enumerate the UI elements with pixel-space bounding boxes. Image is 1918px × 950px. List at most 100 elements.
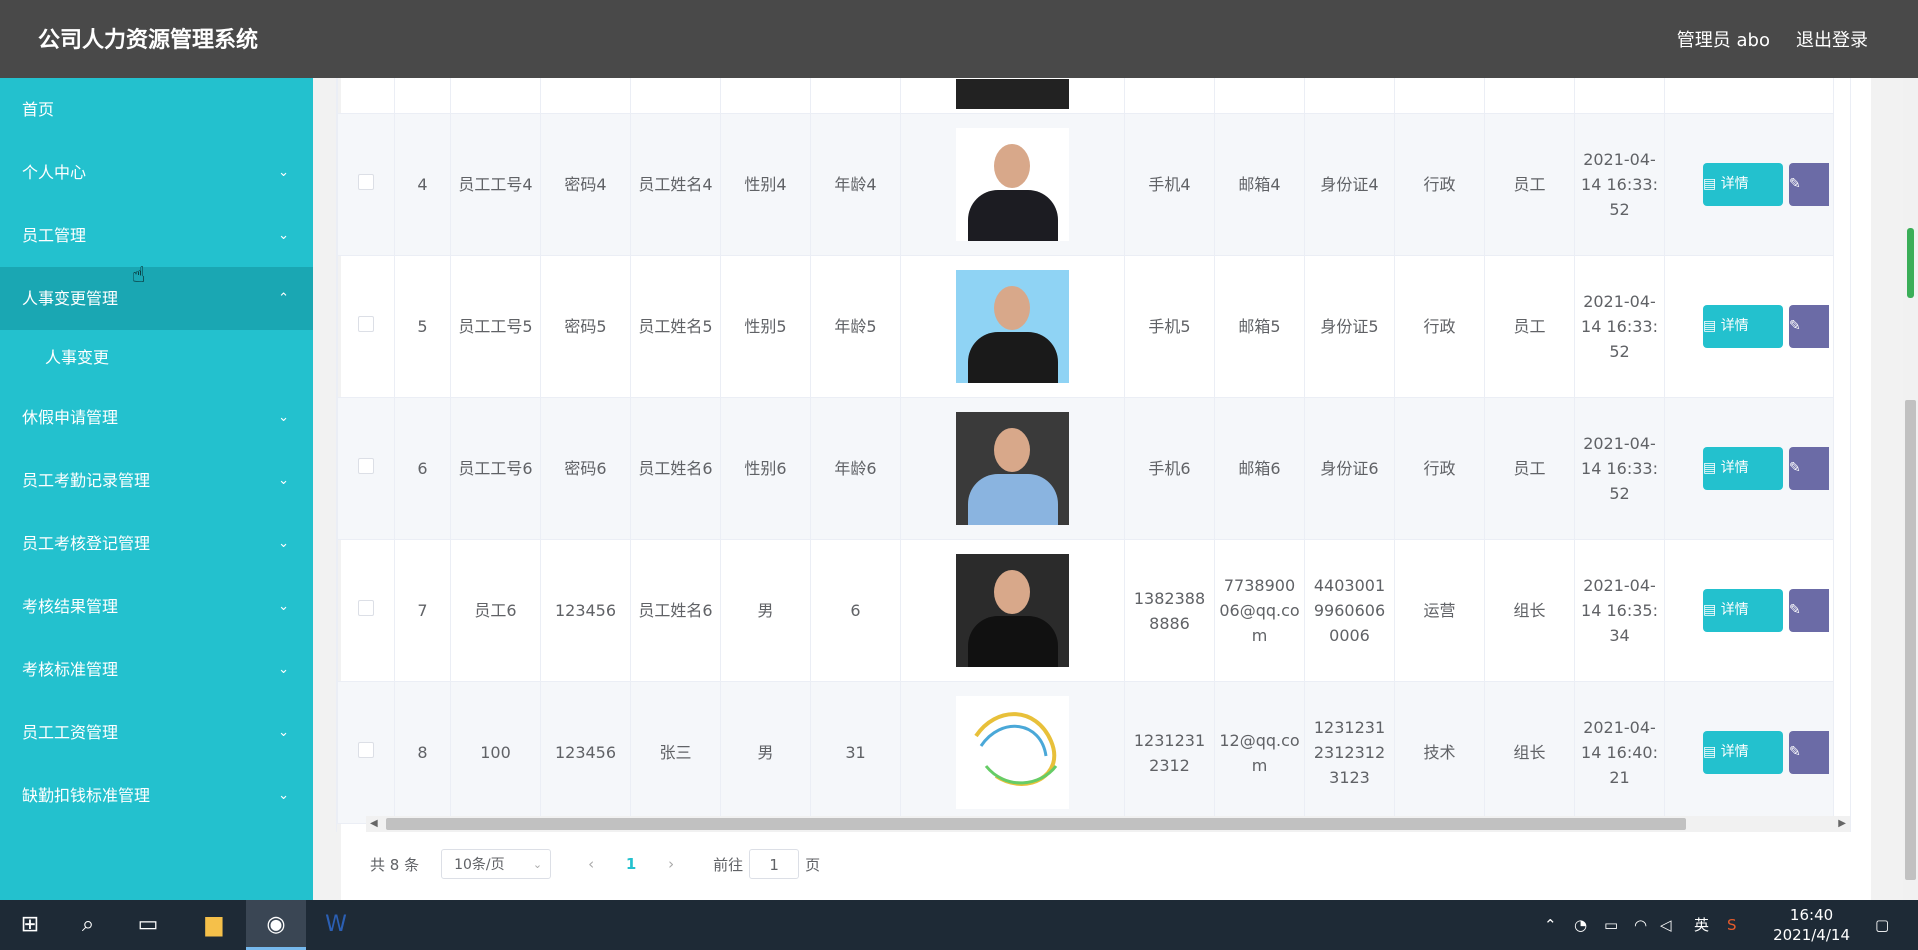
detail-button[interactable]: ▤ 详情 [1703,163,1783,206]
scroll-marker [1907,228,1914,298]
cell-idcard: 123123123123123123 [1304,681,1395,824]
logout-link[interactable]: 退出登录 [1796,26,1868,52]
cell-dept: 技术 [1394,681,1485,824]
menu-label: 员工考勤记录管理 [22,471,151,490]
horizontal-scroll-thumb[interactable] [386,818,1686,830]
chevron-down-icon: ⌄ [278,228,289,243]
vertical-scroll-thumb[interactable] [1905,400,1916,880]
edit-button[interactable]: ✎ [1789,163,1829,206]
cell-dept: 行政 [1394,255,1485,398]
page-size-select[interactable]: 10条/页 ⌄ [441,849,552,879]
cell-idcard: 440300199606060006 [1304,539,1395,682]
edit-icon: ✎ [1789,176,1801,192]
cell-idx: 4 [394,113,451,256]
cell-email: 773890006@qq.com [1214,539,1305,682]
cell-phone: 手机5 [1124,255,1215,398]
goto-page-input[interactable]: 1 [749,849,800,879]
menu-personnel-change-management[interactable]: 人事变更管理 ⌃ [0,267,313,330]
row-checkbox[interactable] [358,174,374,190]
sogou-icon[interactable]: S [1727,900,1737,950]
chevron-up-icon[interactable]: ⌃ [1544,900,1557,950]
menu-label: 考核标准管理 [22,660,119,679]
menu-assessment-standards[interactable]: 考核标准管理 ⌄ [0,638,313,701]
cell-time: 2021-04-14 16:33:52 [1574,255,1665,398]
row-checkbox[interactable] [358,742,374,758]
cell-dept: 行政 [1394,113,1485,256]
edit-button[interactable]: ✎ [1789,589,1829,632]
menu-label: 员工管理 [22,226,87,245]
chrome-icon[interactable]: ◉ [246,900,306,950]
windows-start-icon[interactable]: ⊞ [10,900,50,950]
sidebar: 首页 个人中心 ⌄ 员工管理 ⌄ 人事变更管理 ⌃ 人事变更 休假申请管理 ⌄ 员工考勤… [0,78,313,900]
detail-button[interactable]: ▤ 详情 [1703,305,1783,348]
cell-name: 员工姓名6 [630,397,721,540]
row-checkbox[interactable] [358,316,374,332]
menu-personal-center[interactable]: 个人中心 ⌄ [0,141,313,204]
horizontal-scrollbar[interactable]: ◀ ▶ [366,816,1850,832]
detail-button-label: 详情 [1720,744,1749,760]
cell-sex: 性别6 [720,397,811,540]
cell-time: 2021-04-14 16:40:21 [1574,681,1665,824]
volume-icon[interactable]: ◁ [1660,900,1672,950]
search-icon[interactable]: ⌕ [68,900,108,950]
menu-salary-management[interactable]: 员工工资管理 ⌄ [0,701,313,764]
edit-icon: ✎ [1789,602,1801,618]
table-row[interactable]: 6 员工工号6 密码6 员工姓名6 性别6 年龄6 手机6 邮箱6 身份证6 行政 员工 2021-0… [337,397,1834,540]
system-clock[interactable]: 16:40 2021/4/14 [1773,905,1850,945]
file-explorer-icon[interactable]: ▆ [194,900,234,950]
scroll-right-icon[interactable]: ▶ [1838,816,1846,832]
table-row[interactable]: 4 员工工号4 密码4 员工姓名4 性别4 年龄4 手机4 邮箱4 身份证4 行政 员工 2021-0… [337,113,1834,256]
detail-button[interactable]: ▤ 详情 [1703,447,1783,490]
cell-role: 员工 [1484,255,1575,398]
menu-employee-management[interactable]: 员工管理 ⌄ [0,204,313,267]
task-view-icon[interactable]: ▭ [128,900,168,950]
submenu-personnel-change[interactable]: 人事变更 [0,330,313,386]
battery-icon[interactable]: ▭ [1604,900,1618,950]
table-row[interactable]: 7 员工6 123456 员工姓名6 男 6 13823888886 773890006@qq… [337,539,1834,682]
page-number[interactable]: 1 [611,855,651,873]
edit-button[interactable]: ✎ [1789,447,1829,490]
input-method-label[interactable]: 英 [1694,900,1709,950]
detail-button[interactable]: ▤ 详情 [1703,731,1783,774]
menu-label: 首页 [22,100,55,119]
app-title: 公司人力资源管理系统 [38,28,259,53]
employee-photo [956,554,1069,667]
cell-age: 6 [810,539,901,682]
next-page-icon[interactable]: › [651,855,691,873]
cell-time: 2021-04-14 16:33:52 [1574,397,1665,540]
chevron-down-icon: ⌄ [532,858,543,871]
vertical-scrollbar[interactable] [1903,78,1918,900]
wifi-icon[interactable]: ◠ [1634,900,1647,950]
detail-button[interactable]: ▤ 详情 [1703,589,1783,632]
cell-pwd: 密码4 [540,113,631,256]
cell-role: 员工 [1484,397,1575,540]
edit-button[interactable]: ✎ [1789,305,1829,348]
scroll-left-icon[interactable]: ◀ [370,816,378,832]
network-icon[interactable]: ◔ [1574,900,1587,950]
edit-icon: ✎ [1789,318,1801,334]
cell-no: 员工工号5 [450,255,541,398]
page-size-value: 10条/页 [454,857,505,873]
edit-button[interactable]: ✎ [1789,731,1829,774]
menu-attendance-management[interactable]: 员工考勤记录管理 ⌄ [0,449,313,512]
cell-time: 2021-04-14 16:33:52 [1574,113,1665,256]
employee-photo [956,412,1069,525]
employee-photo [956,270,1069,383]
menu-absence-deduction[interactable]: 缺勤扣钱标准管理 ⌄ [0,764,313,827]
notification-icon[interactable]: ▢ [1875,900,1889,950]
table-row[interactable]: 5 员工工号5 密码5 员工姓名5 性别5 年龄5 手机5 邮箱5 身份证5 行政 员工 2021-0… [337,255,1834,398]
word-icon[interactable]: W [316,900,356,950]
cell-name: 员工姓名4 [630,113,721,256]
table-row[interactable]: 8 100 123456 张三男 31 12312312312 12@qq.com 12312… [337,681,1834,824]
prev-page-icon[interactable]: ‹ [571,855,611,873]
row-checkbox[interactable] [358,600,374,616]
menu-assessment-results[interactable]: 考核结果管理 ⌄ [0,575,313,638]
cell-idcard: 身份证5 [1304,255,1395,398]
cell-pwd: 密码5 [540,255,631,398]
menu-home[interactable]: 首页 [0,78,313,141]
menu-assessment-registration[interactable]: 员工考核登记管理 ⌄ [0,512,313,575]
menu-leave-management[interactable]: 休假申请管理 ⌄ [0,386,313,449]
detail-button-label: 详情 [1720,460,1749,476]
row-checkbox[interactable] [358,458,374,474]
employee-photo [956,78,1069,109]
